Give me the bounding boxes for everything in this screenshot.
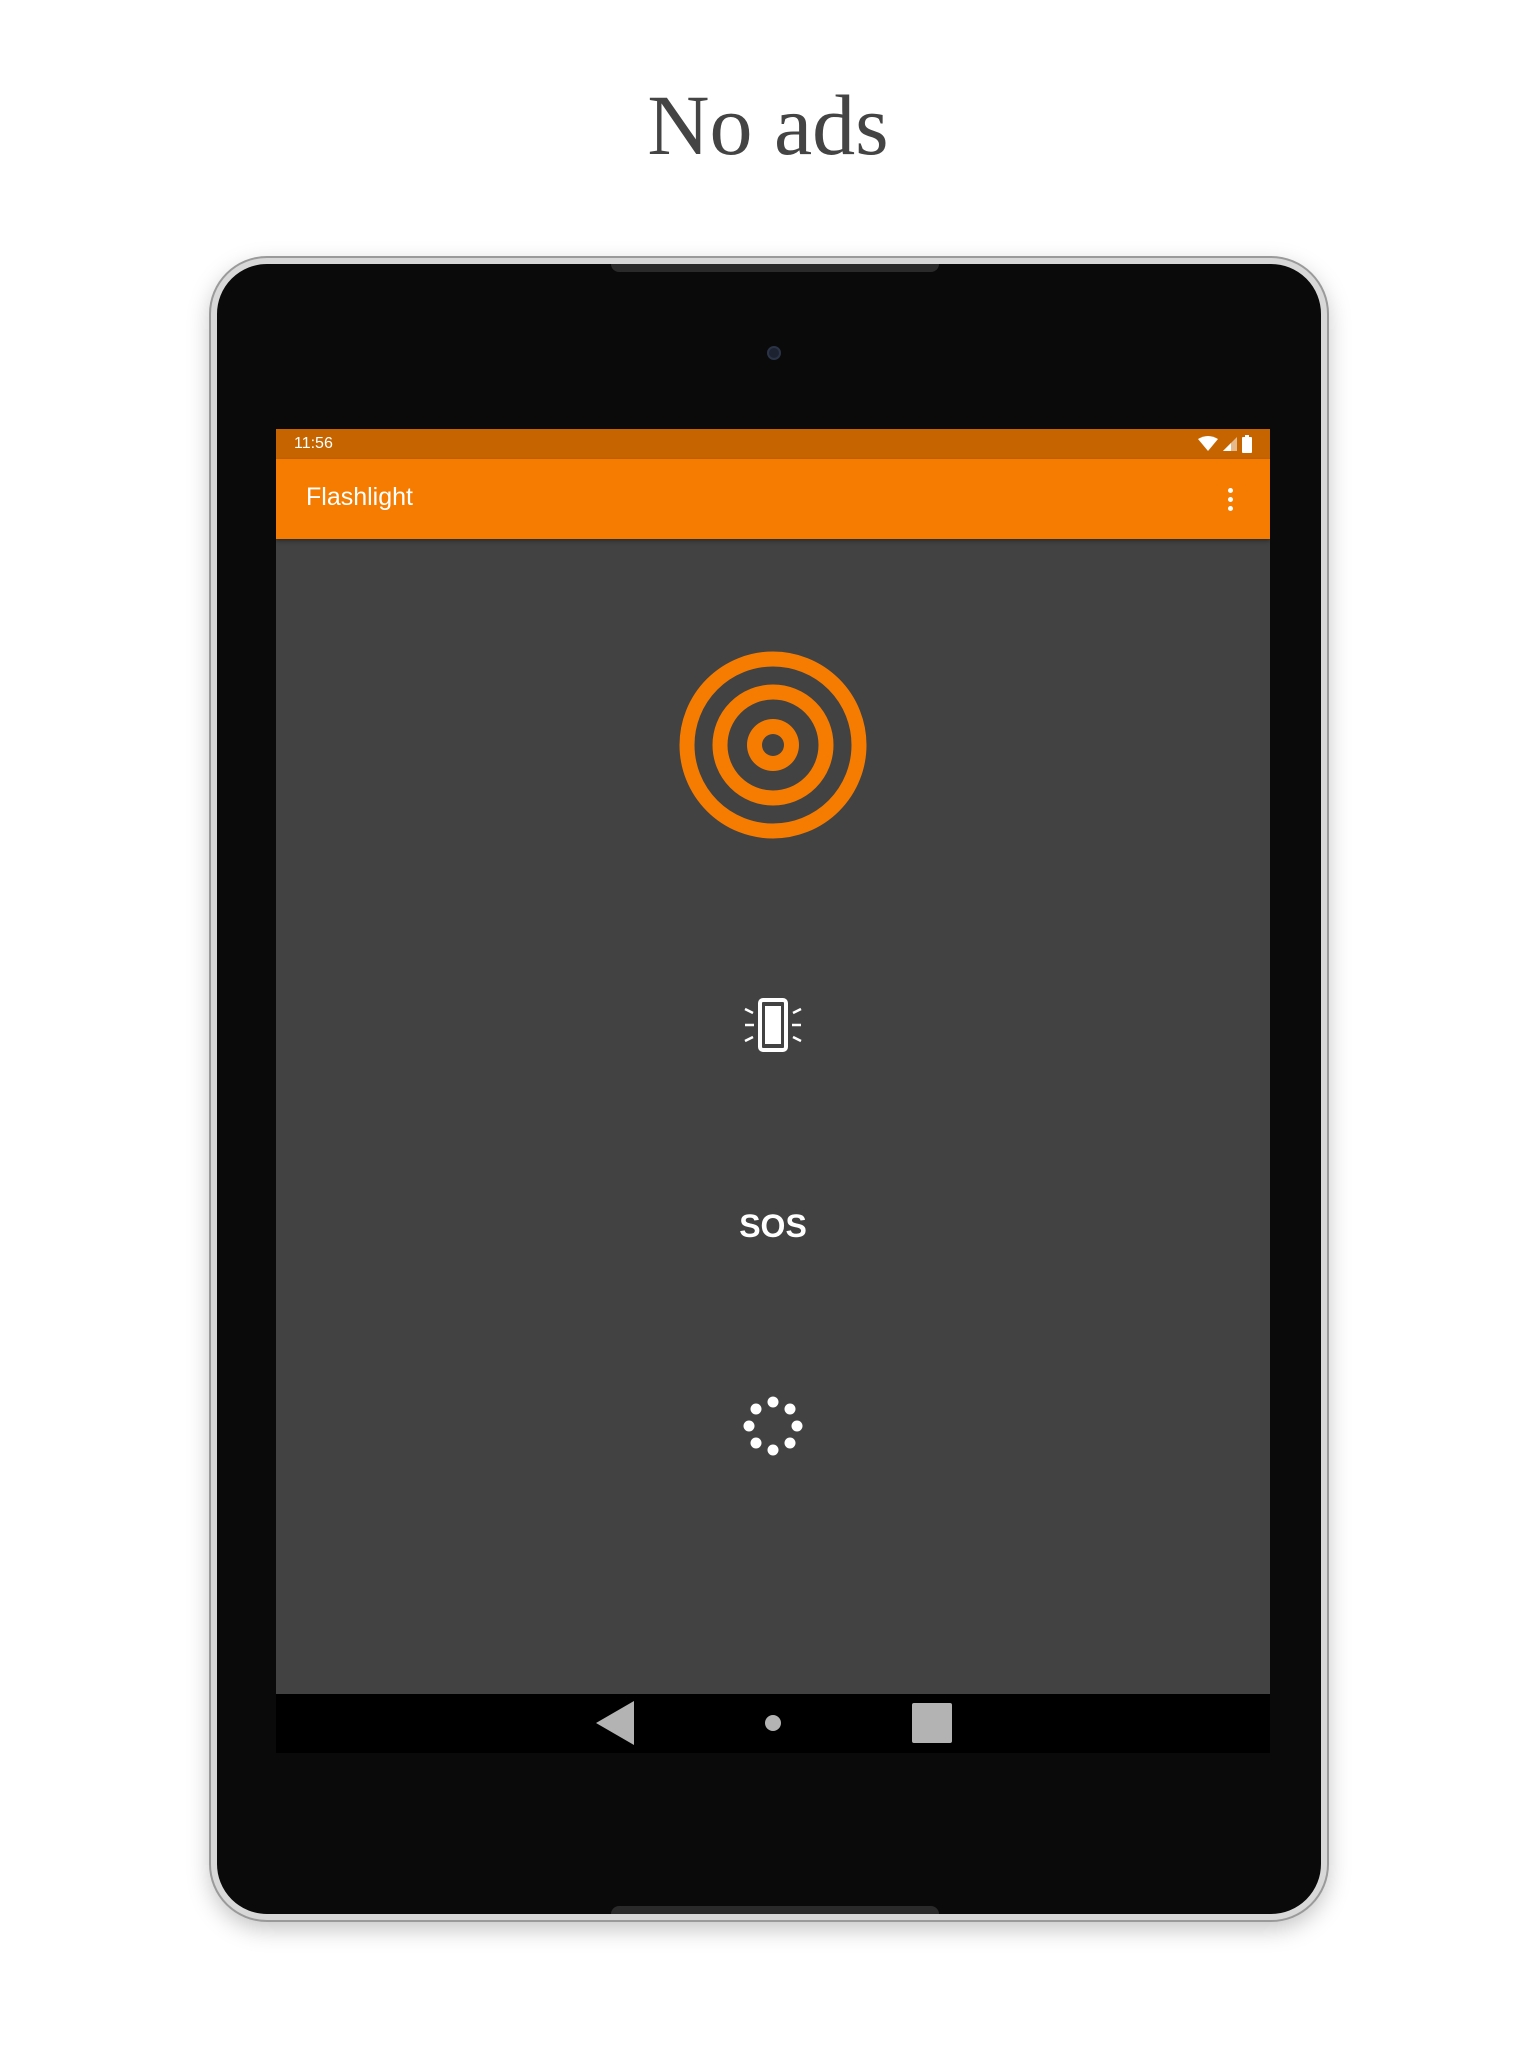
- recents-icon[interactable]: [910, 1701, 954, 1745]
- tablet-bottom-edge: [611, 1906, 939, 1914]
- power-target-icon[interactable]: [679, 651, 867, 839]
- overflow-menu-icon[interactable]: [1212, 481, 1248, 517]
- navigation-bar: [276, 1694, 1270, 1753]
- strobe-dots-icon[interactable]: [743, 1396, 803, 1456]
- tablet-top-edge: [611, 264, 939, 272]
- signal-icon: [1223, 437, 1237, 451]
- app-title: Flashlight: [306, 483, 413, 511]
- wifi-icon: [1198, 436, 1218, 451]
- vibrate-phone-icon[interactable]: [743, 995, 803, 1055]
- app-screen: 11:56 Flashlight SOS: [276, 429, 1270, 1753]
- headline: No ads: [647, 77, 889, 173]
- status-bar: 11:56: [276, 429, 1270, 459]
- menu-dot: [1227, 487, 1233, 493]
- menu-dot: [1227, 505, 1233, 511]
- menu-dot: [1227, 496, 1233, 502]
- battery-icon: [1242, 435, 1252, 453]
- tablet-frame: 11:56 Flashlight SOS: [211, 258, 1327, 1920]
- back-icon[interactable]: [594, 1701, 638, 1745]
- sos-button[interactable]: SOS: [713, 1201, 833, 1251]
- camera-icon: [767, 346, 781, 360]
- app-bar: Flashlight: [276, 459, 1270, 539]
- status-icons: [1198, 434, 1252, 454]
- home-icon[interactable]: [751, 1701, 795, 1745]
- status-time: 11:56: [294, 435, 333, 452]
